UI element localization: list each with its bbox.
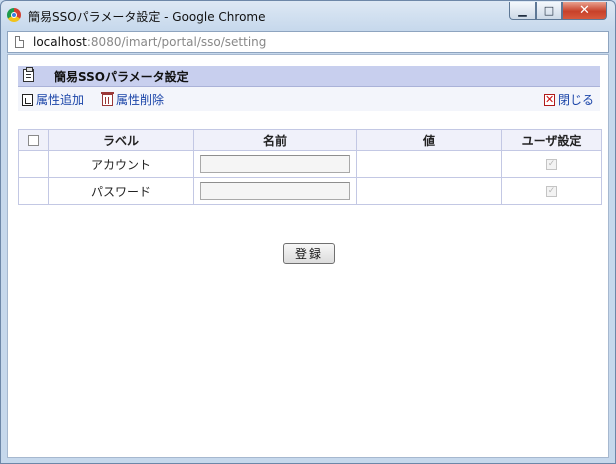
name-cell bbox=[193, 150, 357, 178]
page-icon bbox=[15, 36, 24, 48]
value-cell bbox=[356, 177, 502, 205]
user-setting-checkbox: ✓ bbox=[546, 159, 557, 170]
add-attribute-button[interactable]: 属性追加 bbox=[22, 91, 84, 108]
table-header-row: ラベル 名前 値 ユーザ設定 bbox=[18, 129, 602, 151]
close-x-icon: ✕ bbox=[544, 92, 555, 106]
minimize-icon: ▁ bbox=[518, 4, 527, 17]
browser-window: 簡易SSOパラメータ設定 - Google Chrome ▁ □ ✕ local… bbox=[0, 0, 616, 464]
header-value: 値 bbox=[356, 129, 502, 151]
name-input[interactable] bbox=[200, 182, 350, 200]
chrome-logo-icon bbox=[7, 8, 21, 22]
trash-icon bbox=[101, 91, 114, 106]
maximize-icon: □ bbox=[543, 4, 555, 17]
maximize-button[interactable]: □ bbox=[536, 2, 562, 20]
url-path: :8080/imart/portal/sso/setting bbox=[86, 35, 267, 49]
header-name: 名前 bbox=[193, 129, 357, 151]
url-text[interactable]: localhost:8080/imart/portal/sso/setting bbox=[33, 35, 266, 49]
toolbar: 属性追加 属性削除 ✕ 閉じる bbox=[18, 87, 600, 111]
page-content: 簡易SSOパラメータ設定 属性追加 属性削除 ✕ 閉じる ラベル 名前 値 ユー… bbox=[7, 54, 609, 458]
attribute-table: ラベル 名前 値 ユーザ設定 アカウント ✓ パスワード ✓ bbox=[18, 129, 602, 205]
minimize-button[interactable]: ▁ bbox=[509, 2, 536, 20]
add-attribute-label: 属性追加 bbox=[36, 93, 85, 107]
clipboard-icon bbox=[23, 67, 34, 82]
header-user-setting: ユーザ設定 bbox=[501, 129, 602, 151]
row-select-cell bbox=[18, 150, 49, 178]
row-label: アカウント bbox=[48, 150, 194, 178]
url-host: localhost bbox=[33, 35, 87, 49]
add-attribute-icon bbox=[22, 93, 33, 106]
select-all-checkbox[interactable] bbox=[28, 135, 39, 146]
table-row: アカウント ✓ bbox=[18, 150, 602, 178]
name-cell bbox=[193, 177, 357, 205]
user-setting-checkbox: ✓ bbox=[546, 186, 557, 197]
panel-title: 簡易SSOパラメータ設定 bbox=[54, 70, 189, 84]
user-setting-cell: ✓ bbox=[501, 150, 602, 178]
user-setting-cell: ✓ bbox=[501, 177, 602, 205]
close-link[interactable]: ✕ 閉じる bbox=[544, 91, 594, 108]
table-row: パスワード ✓ bbox=[18, 177, 602, 205]
row-select-cell bbox=[18, 177, 49, 205]
register-button[interactable]: 登録 bbox=[283, 243, 335, 264]
value-cell bbox=[356, 150, 502, 178]
address-bar[interactable]: localhost:8080/imart/portal/sso/setting bbox=[7, 31, 609, 53]
title-bar[interactable]: 簡易SSOパラメータ設定 - Google Chrome ▁ □ ✕ bbox=[1, 1, 615, 31]
panel-header: 簡易SSOパラメータ設定 bbox=[18, 66, 600, 87]
name-input[interactable] bbox=[200, 155, 350, 173]
window-close-button[interactable]: ✕ bbox=[562, 2, 607, 20]
header-label: ラベル bbox=[48, 129, 194, 151]
close-label: 閉じる bbox=[558, 93, 595, 107]
window-close-icon: ✕ bbox=[579, 3, 590, 18]
delete-attribute-button[interactable]: 属性削除 bbox=[101, 91, 165, 108]
select-all-cell bbox=[18, 129, 49, 151]
window-title: 簡易SSOパラメータ設定 - Google Chrome bbox=[28, 10, 266, 24]
delete-attribute-label: 属性削除 bbox=[116, 93, 165, 107]
row-label: パスワード bbox=[48, 177, 194, 205]
